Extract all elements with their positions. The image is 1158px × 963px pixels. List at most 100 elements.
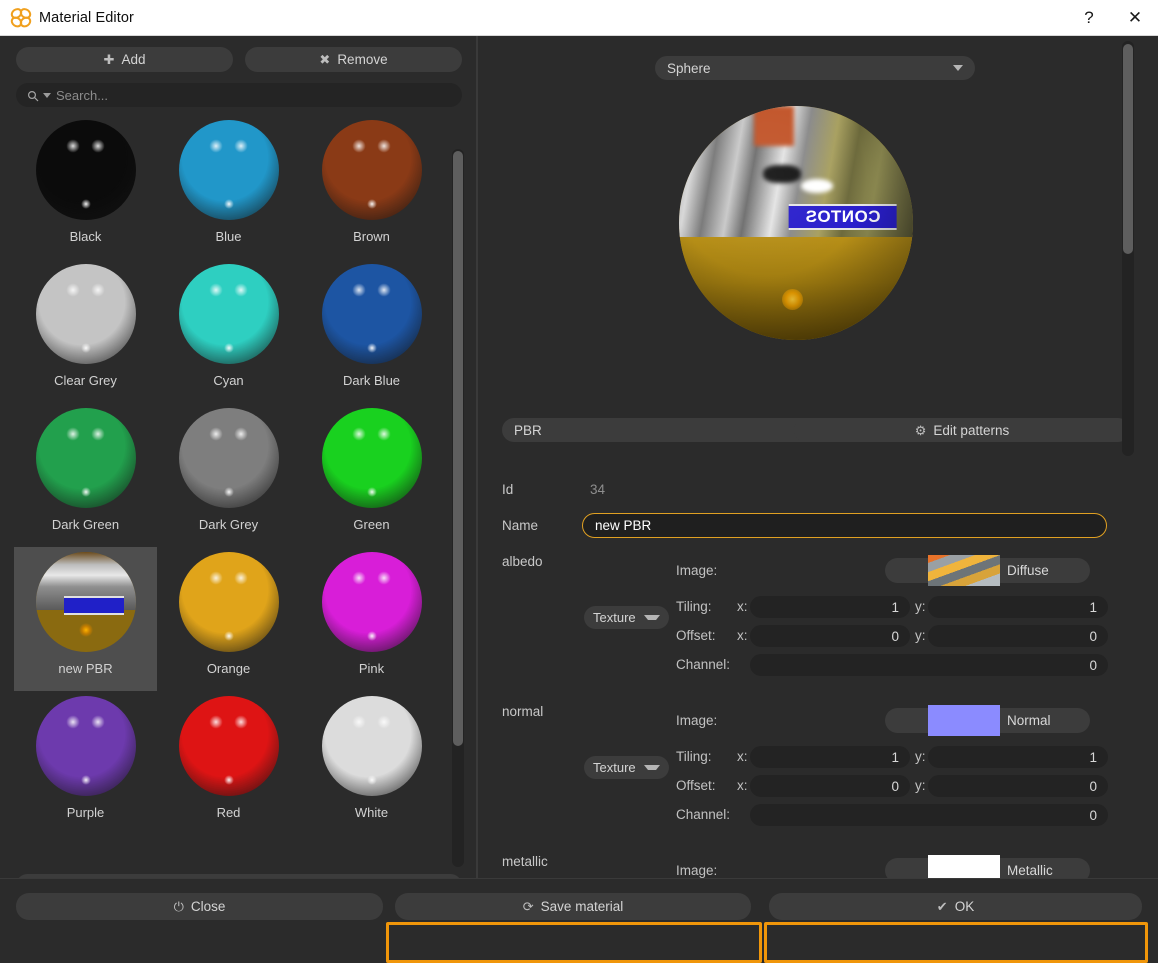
ok-button-label: OK <box>954 899 975 914</box>
tiling-y-label: y: <box>915 599 926 614</box>
material-item-pink[interactable]: Pink <box>300 547 443 691</box>
material-item-label: Blue <box>215 229 242 244</box>
remove-button[interactable]: ✖ Remove <box>245 47 462 72</box>
ok-button[interactable]: ✔ OK <box>769 893 1142 920</box>
channel-group-label-albedo: albedo <box>502 554 543 569</box>
offset-y-label: y: <box>915 628 926 643</box>
offset-label: Offset: <box>676 628 716 643</box>
material-item-green[interactable]: Green <box>300 403 443 547</box>
channel-label: Channel: <box>676 807 731 822</box>
properties-scrollbar-thumb[interactable] <box>1123 44 1133 254</box>
material-item-label: Purple <box>66 805 105 820</box>
material-item-label: Brown <box>353 229 390 244</box>
name-input[interactable]: new PBR <box>582 513 1107 538</box>
material-sphere-swatch <box>321 408 422 508</box>
offset-x-input[interactable]: 0 <box>750 775 910 797</box>
material-sphere-swatch <box>35 696 136 796</box>
properties-scroll-region: Id 34 Name new PBR albedo Image: Diffuse Te… <box>478 456 1158 878</box>
material-item-brown[interactable]: Brown <box>300 115 443 259</box>
material-sphere-swatch <box>35 408 136 508</box>
material-item-cyan[interactable]: Cyan <box>157 259 300 403</box>
image-label: Image: <box>676 863 718 878</box>
offset-y-label: y: <box>915 778 926 793</box>
material-item-clear-grey[interactable]: Clear Grey <box>14 259 157 403</box>
save-material-highlight <box>386 922 762 963</box>
material-preview-sphere[interactable]: CONTOS <box>679 106 913 340</box>
offset-x-input[interactable]: 0 <box>750 625 910 647</box>
channel-input[interactable]: 0 <box>750 654 1108 676</box>
add-button[interactable]: ✚ Add <box>16 47 233 72</box>
save-material-button[interactable]: ⟳ Save material <box>395 893 751 920</box>
chevron-down-icon <box>643 615 661 620</box>
offset-x-label: x: <box>737 778 748 793</box>
image-metallic-button[interactable]: Metallic <box>885 855 1090 878</box>
preview-sphere-shading <box>679 106 913 340</box>
material-item-black[interactable]: Black <box>14 115 157 259</box>
image-name-label: Diffuse <box>1007 563 1049 578</box>
ok-highlight <box>764 922 1148 963</box>
check-icon: ✔ <box>936 899 948 914</box>
material-item-new-pbr[interactable]: new PBR <box>14 547 157 691</box>
material-item-blue[interactable]: Blue <box>157 115 300 259</box>
tiling-x-input[interactable]: 1 <box>750 746 910 768</box>
preview-shape-select[interactable]: Sphere <box>655 56 975 80</box>
window-body: ✚ Add ✖ Remove Search... Black Blue Brown C… <box>0 36 1158 963</box>
channel-input[interactable]: 0 <box>750 804 1108 826</box>
name-label: Name <box>502 518 539 533</box>
material-item-label: Pink <box>358 661 385 676</box>
material-item-dark-grey[interactable]: Dark Grey <box>157 403 300 547</box>
material-type-select[interactable]: PBR <box>502 418 818 442</box>
texture-source-select-normal[interactable]: Texture <box>584 756 669 779</box>
id-label: Id <box>502 482 514 497</box>
properties-scrollbar[interactable] <box>1122 41 1134 456</box>
offset-y-input[interactable]: 0 <box>928 625 1108 647</box>
material-list-panel: ✚ Add ✖ Remove Search... Black Blue Brown C… <box>0 36 476 897</box>
edit-patterns-label: Edit patterns <box>933 422 1010 438</box>
material-sphere-swatch <box>178 696 279 796</box>
material-item-label: Green <box>353 517 390 532</box>
material-item-white[interactable]: White <box>300 691 443 835</box>
material-properties-panel: Sphere CONTOS PBR ⚙ Edit patterns <box>478 36 1158 878</box>
material-preview-area[interactable]: CONTOS <box>478 88 1158 388</box>
search-icon <box>27 89 39 102</box>
close-button[interactable]: ⏻ Close <box>16 893 383 920</box>
chevron-down-icon <box>643 765 661 770</box>
remove-button-label: Remove <box>337 52 388 67</box>
tiling-y-input[interactable]: 1 <box>928 746 1108 768</box>
material-list-scrollbar[interactable] <box>452 149 464 867</box>
offset-y-input[interactable]: 0 <box>928 775 1108 797</box>
material-list-scrollbar-thumb[interactable] <box>453 151 463 746</box>
edit-patterns-button[interactable]: ⚙ Edit patterns <box>794 418 1130 442</box>
help-button[interactable]: ? <box>1066 0 1112 36</box>
material-editor-icon <box>8 7 34 29</box>
tiling-x-label: x: <box>737 599 748 614</box>
material-item-orange[interactable]: Orange <box>157 547 300 691</box>
image-diffuse-button[interactable]: Diffuse <box>885 555 1090 586</box>
power-icon: ⏻ <box>173 899 184 914</box>
tiling-label: Tiling: <box>676 599 712 614</box>
texture-source-select-albedo[interactable]: Texture <box>584 606 669 629</box>
normal-map-thumbnail <box>928 705 1000 736</box>
material-item-purple[interactable]: Purple <box>14 691 157 835</box>
metallic-map-thumbnail <box>928 855 1000 878</box>
material-item-red[interactable]: Red <box>157 691 300 835</box>
tiling-y-input[interactable]: 1 <box>928 596 1108 618</box>
offset-x-label: x: <box>737 628 748 643</box>
image-normal-button[interactable]: Normal <box>885 705 1090 736</box>
search-input[interactable]: Search... <box>16 83 462 107</box>
material-item-label: Dark Green <box>51 517 120 532</box>
material-item-label: White <box>354 805 389 820</box>
chevron-down-icon <box>953 65 963 71</box>
material-item-dark-blue[interactable]: Dark Blue <box>300 259 443 403</box>
gear-icon: ⚙ <box>914 422 927 438</box>
material-sphere-swatch <box>321 696 422 796</box>
chevron-down-icon[interactable] <box>43 93 51 98</box>
texture-source-value: Texture <box>593 760 636 775</box>
cross-icon: ✖ <box>319 52 331 67</box>
offset-label: Offset: <box>676 778 716 793</box>
tiling-x-input[interactable]: 1 <box>750 596 910 618</box>
material-item-dark-green[interactable]: Dark Green <box>14 403 157 547</box>
close-window-button[interactable]: ✕ <box>1112 0 1158 36</box>
material-item-label: Clear Grey <box>54 373 117 388</box>
tiling-y-label: y: <box>915 749 926 764</box>
